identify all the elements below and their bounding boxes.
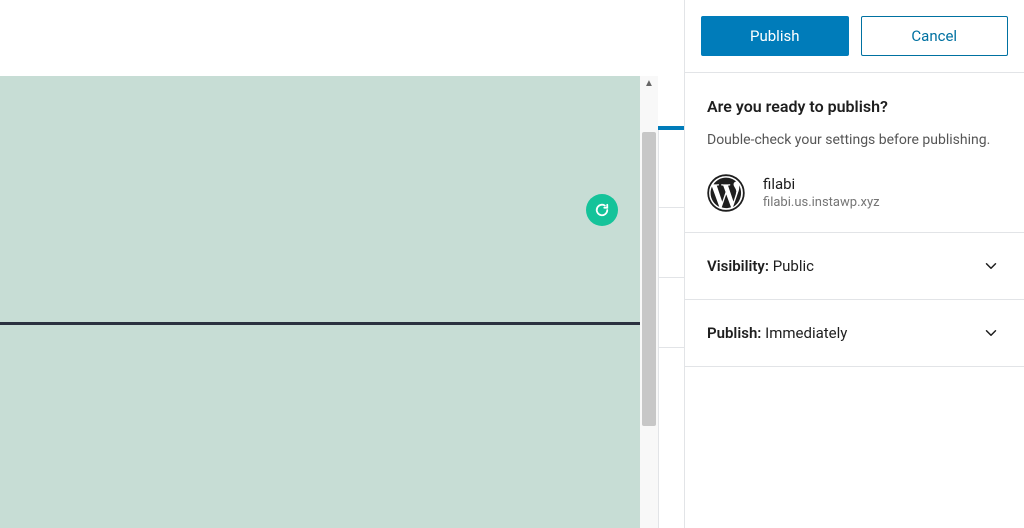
rail-segment[interactable] <box>659 130 684 208</box>
schedule-label: Publish: Immediately <box>707 324 847 342</box>
prepublish-subtitle: Double-check your settings before publis… <box>707 130 1002 152</box>
site-name: filabi <box>763 175 880 193</box>
chevron-down-icon <box>980 255 1002 277</box>
rail-segment[interactable] <box>659 278 684 348</box>
editor-canvas-wrap: ▲ <box>0 76 684 528</box>
site-url: filabi.us.instawp.xyz <box>763 195 880 210</box>
editor-canvas[interactable] <box>0 76 640 528</box>
prepublish-sidebar: Publish Cancel Are you ready to publish?… <box>684 0 1024 528</box>
site-meta: filabi filabi.us.instawp.xyz <box>763 175 880 210</box>
visibility-row[interactable]: Visibility: Public <box>685 233 1024 300</box>
scrollbar-thumb[interactable] <box>642 132 656 426</box>
wordpress-icon <box>707 174 745 212</box>
app-root: ▲ Publish Cancel Are you ready to publis… <box>0 0 1024 528</box>
scroll-up-icon[interactable]: ▲ <box>640 76 658 90</box>
settings-rail <box>658 130 684 528</box>
rail-segment[interactable] <box>659 208 684 278</box>
chevron-down-icon <box>980 322 1002 344</box>
prepublish-title: Are you ready to publish? <box>707 97 1002 116</box>
editor-topspace <box>0 0 684 76</box>
prepublish-summary: Are you ready to publish? Double-check y… <box>685 73 1024 233</box>
cancel-button[interactable]: Cancel <box>861 16 1009 56</box>
schedule-row[interactable]: Publish: Immediately <box>685 300 1024 367</box>
editor-scrollbar[interactable]: ▲ <box>640 76 658 528</box>
editor-region: ▲ <box>0 0 684 528</box>
sidebar-actions: Publish Cancel <box>685 0 1024 73</box>
site-row: filabi filabi.us.instawp.xyz <box>707 174 1002 212</box>
visibility-label: Visibility: Public <box>707 257 814 275</box>
publish-button[interactable]: Publish <box>701 16 849 56</box>
separator-block[interactable] <box>0 322 640 325</box>
grammarly-icon[interactable] <box>586 194 618 226</box>
